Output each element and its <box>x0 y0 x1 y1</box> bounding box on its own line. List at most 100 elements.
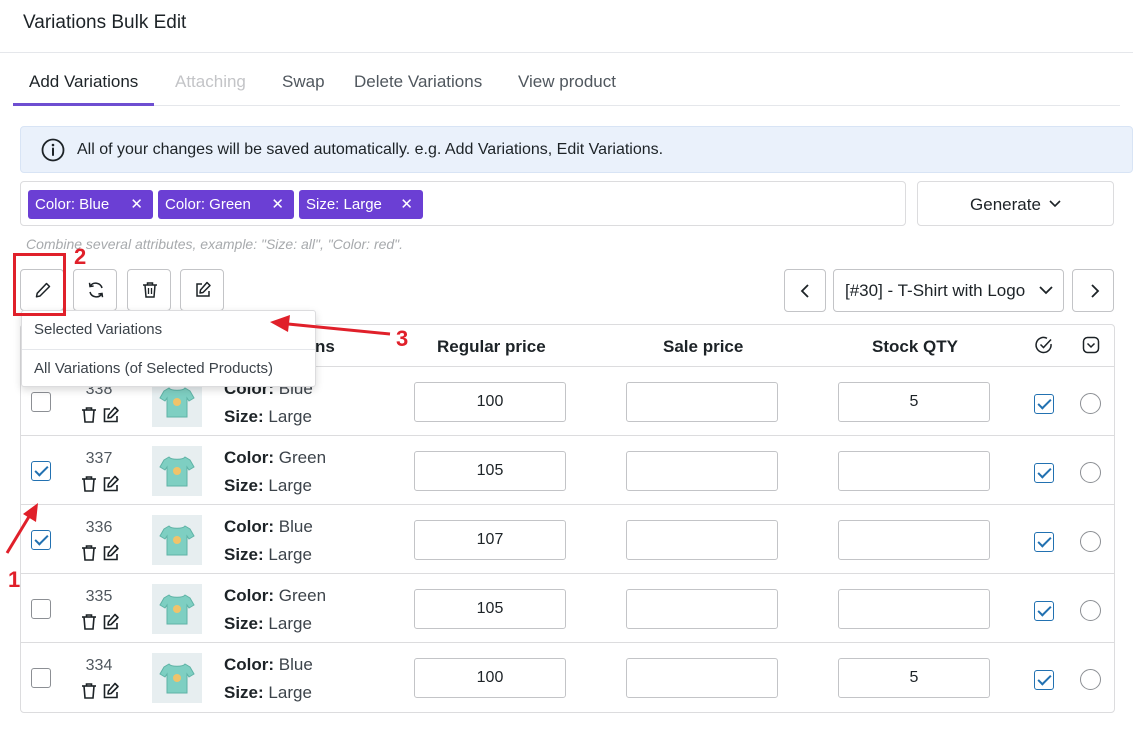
edit-icon[interactable] <box>102 682 120 700</box>
color-attribute: Color: Blue <box>224 655 313 675</box>
edit-icon[interactable] <box>102 544 120 562</box>
row-checkbox[interactable] <box>31 461 51 481</box>
regular-price-input[interactable]: 107 <box>414 520 566 560</box>
attribute-selector[interactable]: Color: Blue ✕ Color: Green ✕ Size: Large… <box>20 181 906 226</box>
color-attribute-value: Green <box>278 448 327 467</box>
sale-price-header: Sale price <box>663 337 744 356</box>
product-select[interactable]: [#30] - T-Shirt with Logo <box>833 269 1064 312</box>
color-attribute-value: Blue <box>278 517 313 536</box>
chip-label: Color: Green <box>165 196 251 213</box>
tshirt-icon <box>159 663 195 694</box>
row-checkbox[interactable] <box>31 530 51 550</box>
row-checkbox[interactable] <box>31 392 51 412</box>
enabled-checkbox[interactable] <box>1034 463 1054 483</box>
annotation-number-2: 2 <box>74 244 87 269</box>
refresh-button[interactable] <box>73 269 117 311</box>
attribute-chip: Color: Green ✕ <box>158 190 294 219</box>
tab-swap[interactable]: Swap <box>266 62 341 106</box>
next-product-button[interactable] <box>1072 269 1114 312</box>
chevron-right-icon <box>1091 284 1100 298</box>
delete-button[interactable] <box>127 269 171 311</box>
color-attribute: Color: Green <box>224 586 326 606</box>
trash-icon[interactable] <box>80 544 98 562</box>
regular-price-input[interactable]: 100 <box>414 658 566 698</box>
notice-text: All of your changes will be saved automa… <box>77 141 664 158</box>
stock-qty-input[interactable]: 5 <box>838 382 990 422</box>
info-icon <box>41 138 65 162</box>
remove-chip-icon[interactable]: ✕ <box>130 190 143 219</box>
edit-icon[interactable] <box>102 406 120 424</box>
edit-icon[interactable] <box>102 613 120 631</box>
annotation-number-1: 1 <box>8 567 21 592</box>
enabled-checkbox[interactable] <box>1034 670 1054 690</box>
size-attribute: Size: Large <box>224 407 312 427</box>
regular-price-input[interactable]: 105 <box>414 589 566 629</box>
regular-price-input[interactable]: 100 <box>414 382 566 422</box>
refresh-icon <box>88 282 104 298</box>
bulk-edit-dropdown: Selected Variations All Variations (of S… <box>21 310 316 387</box>
sale-price-input[interactable] <box>626 451 778 491</box>
color-attribute: Color: Green <box>224 448 326 468</box>
tab-add-variations[interactable]: Add Variations <box>13 62 155 106</box>
sale-price-input[interactable] <box>626 589 778 629</box>
edit-icon[interactable] <box>102 475 120 493</box>
size-attribute-label: Size: <box>224 683 264 702</box>
default-radio[interactable] <box>1080 462 1101 483</box>
row-actions <box>80 475 124 495</box>
size-attribute: Size: Large <box>224 683 312 703</box>
enabled-checkbox[interactable] <box>1034 394 1054 414</box>
edit-button[interactable] <box>180 269 224 311</box>
regular-price-header: Regular price <box>437 337 546 356</box>
remove-chip-icon[interactable]: ✕ <box>400 190 413 219</box>
trash-icon[interactable] <box>80 682 98 700</box>
enabled-checkbox[interactable] <box>1034 532 1054 552</box>
default-radio[interactable] <box>1080 531 1101 552</box>
tab-bar: Add Variations Attaching Swap Delete Var… <box>13 62 1120 106</box>
chevron-down-icon <box>1039 286 1053 295</box>
generate-button[interactable]: Generate <box>917 181 1114 226</box>
previous-product-button[interactable] <box>784 269 826 312</box>
product-thumbnail <box>152 515 202 565</box>
stock-qty-input[interactable]: 5 <box>838 658 990 698</box>
enabled-checkbox[interactable] <box>1034 601 1054 621</box>
size-attribute: Size: Large <box>224 614 312 634</box>
menu-item-all-variations[interactable]: All Variations (of Selected Products) <box>22 349 315 387</box>
regular-price-input[interactable]: 105 <box>414 451 566 491</box>
table-row: 334 Color: Blue Size: Large 100 5 <box>21 642 1114 711</box>
stock-qty-header: Stock QTY <box>872 337 958 356</box>
chevron-left-icon <box>800 284 809 298</box>
size-attribute-label: Size: <box>224 614 264 633</box>
check-circle-icon[interactable] <box>1034 335 1054 355</box>
annotation-highlight-box <box>13 253 66 316</box>
trash-icon[interactable] <box>80 475 98 493</box>
sale-price-input[interactable] <box>626 382 778 422</box>
row-actions <box>80 613 124 633</box>
stock-qty-input[interactable] <box>838 520 990 560</box>
sale-price-input[interactable] <box>626 520 778 560</box>
tab-view-product[interactable]: View product <box>502 62 632 106</box>
remove-chip-icon[interactable]: ✕ <box>271 190 284 219</box>
trash-icon[interactable] <box>80 613 98 631</box>
size-attribute: Size: Large <box>224 476 312 496</box>
row-actions <box>80 682 124 702</box>
default-radio[interactable] <box>1080 393 1101 414</box>
stock-qty-input[interactable] <box>838 589 990 629</box>
trash-icon[interactable] <box>80 406 98 424</box>
menu-item-selected-variations[interactable]: Selected Variations <box>22 311 315 349</box>
attributes-header: ns <box>315 337 335 356</box>
sale-price-input[interactable] <box>626 658 778 698</box>
stock-qty-input[interactable] <box>838 451 990 491</box>
tshirt-icon <box>159 594 195 625</box>
info-notice: All of your changes will be saved automa… <box>20 126 1133 173</box>
size-attribute: Size: Large <box>224 545 312 565</box>
attribute-chip: Color: Blue ✕ <box>28 190 153 219</box>
row-checkbox[interactable] <box>31 668 51 688</box>
row-checkbox[interactable] <box>31 599 51 619</box>
default-radio[interactable] <box>1080 669 1101 690</box>
default-variation-icon[interactable] <box>1081 335 1101 355</box>
size-attribute-label: Size: <box>224 476 264 495</box>
variation-id: 336 <box>85 519 113 536</box>
default-radio[interactable] <box>1080 600 1101 621</box>
tab-delete-variations[interactable]: Delete Variations <box>338 62 498 106</box>
annotation-number-3: 3 <box>396 326 409 351</box>
